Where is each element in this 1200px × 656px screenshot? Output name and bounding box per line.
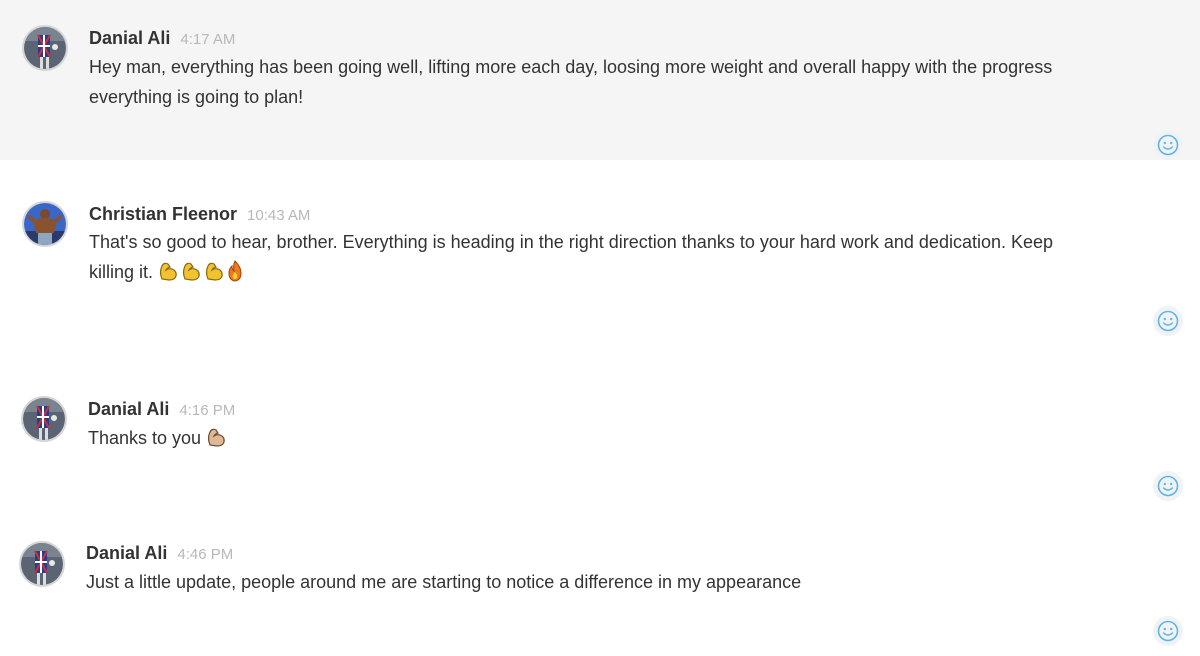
flexed-biceps-icon: [159, 262, 177, 281]
avatar[interactable]: [19, 541, 65, 587]
add-reaction-button[interactable]: [1153, 616, 1183, 646]
message-timestamp: 10:43 AM: [247, 207, 311, 224]
message-body: Thanks to you: [88, 423, 1098, 457]
message-item: Danial Ali 4:16 PM Thanks to you: [0, 360, 1200, 520]
message-author[interactable]: Christian Fleenor: [89, 204, 237, 224]
message-body: That's so good to hear, brother. Everyth…: [89, 227, 1099, 291]
flexed-biceps-icon: [205, 262, 223, 281]
smiley-icon: [1157, 475, 1179, 497]
message-author[interactable]: Danial Ali: [89, 28, 170, 48]
avatar[interactable]: [22, 201, 68, 247]
smiley-icon: [1157, 310, 1179, 332]
add-reaction-button[interactable]: [1153, 130, 1183, 160]
emoji-group: [157, 260, 245, 291]
message-timestamp: 4:16 PM: [179, 402, 236, 419]
message-item: Christian Fleenor 10:43 AM That's so good…: [0, 160, 1200, 360]
message-author[interactable]: Danial Ali: [86, 543, 167, 563]
add-reaction-button[interactable]: [1153, 471, 1183, 501]
avatar[interactable]: [22, 25, 68, 71]
message-text: Just a little update, people around me a…: [86, 572, 802, 592]
smiley-icon: [1157, 620, 1179, 642]
message-item: Danial Ali 4:17 AM Hey man, everything ha…: [0, 0, 1200, 160]
fire-icon: [228, 260, 242, 282]
message-item: Danial Ali 4:46 PM Just a little update, …: [0, 520, 1200, 656]
smiley-icon: [1157, 134, 1179, 156]
emoji-group: [205, 426, 228, 457]
flexed-biceps-icon: [207, 428, 225, 447]
flexed-biceps-icon: [182, 262, 200, 281]
message-timestamp: 4:46 PM: [177, 546, 234, 563]
message-timestamp: 4:17 AM: [180, 31, 236, 48]
message-text: Thanks to you: [88, 428, 202, 448]
chat-thread: Danial Ali 4:17 AM Hey man, everything ha…: [0, 0, 1200, 656]
add-reaction-button[interactable]: [1153, 306, 1183, 336]
message-text: Hey man, everything has been going well,…: [89, 57, 1053, 107]
message-author[interactable]: Danial Ali: [88, 399, 169, 419]
avatar[interactable]: [21, 396, 67, 442]
